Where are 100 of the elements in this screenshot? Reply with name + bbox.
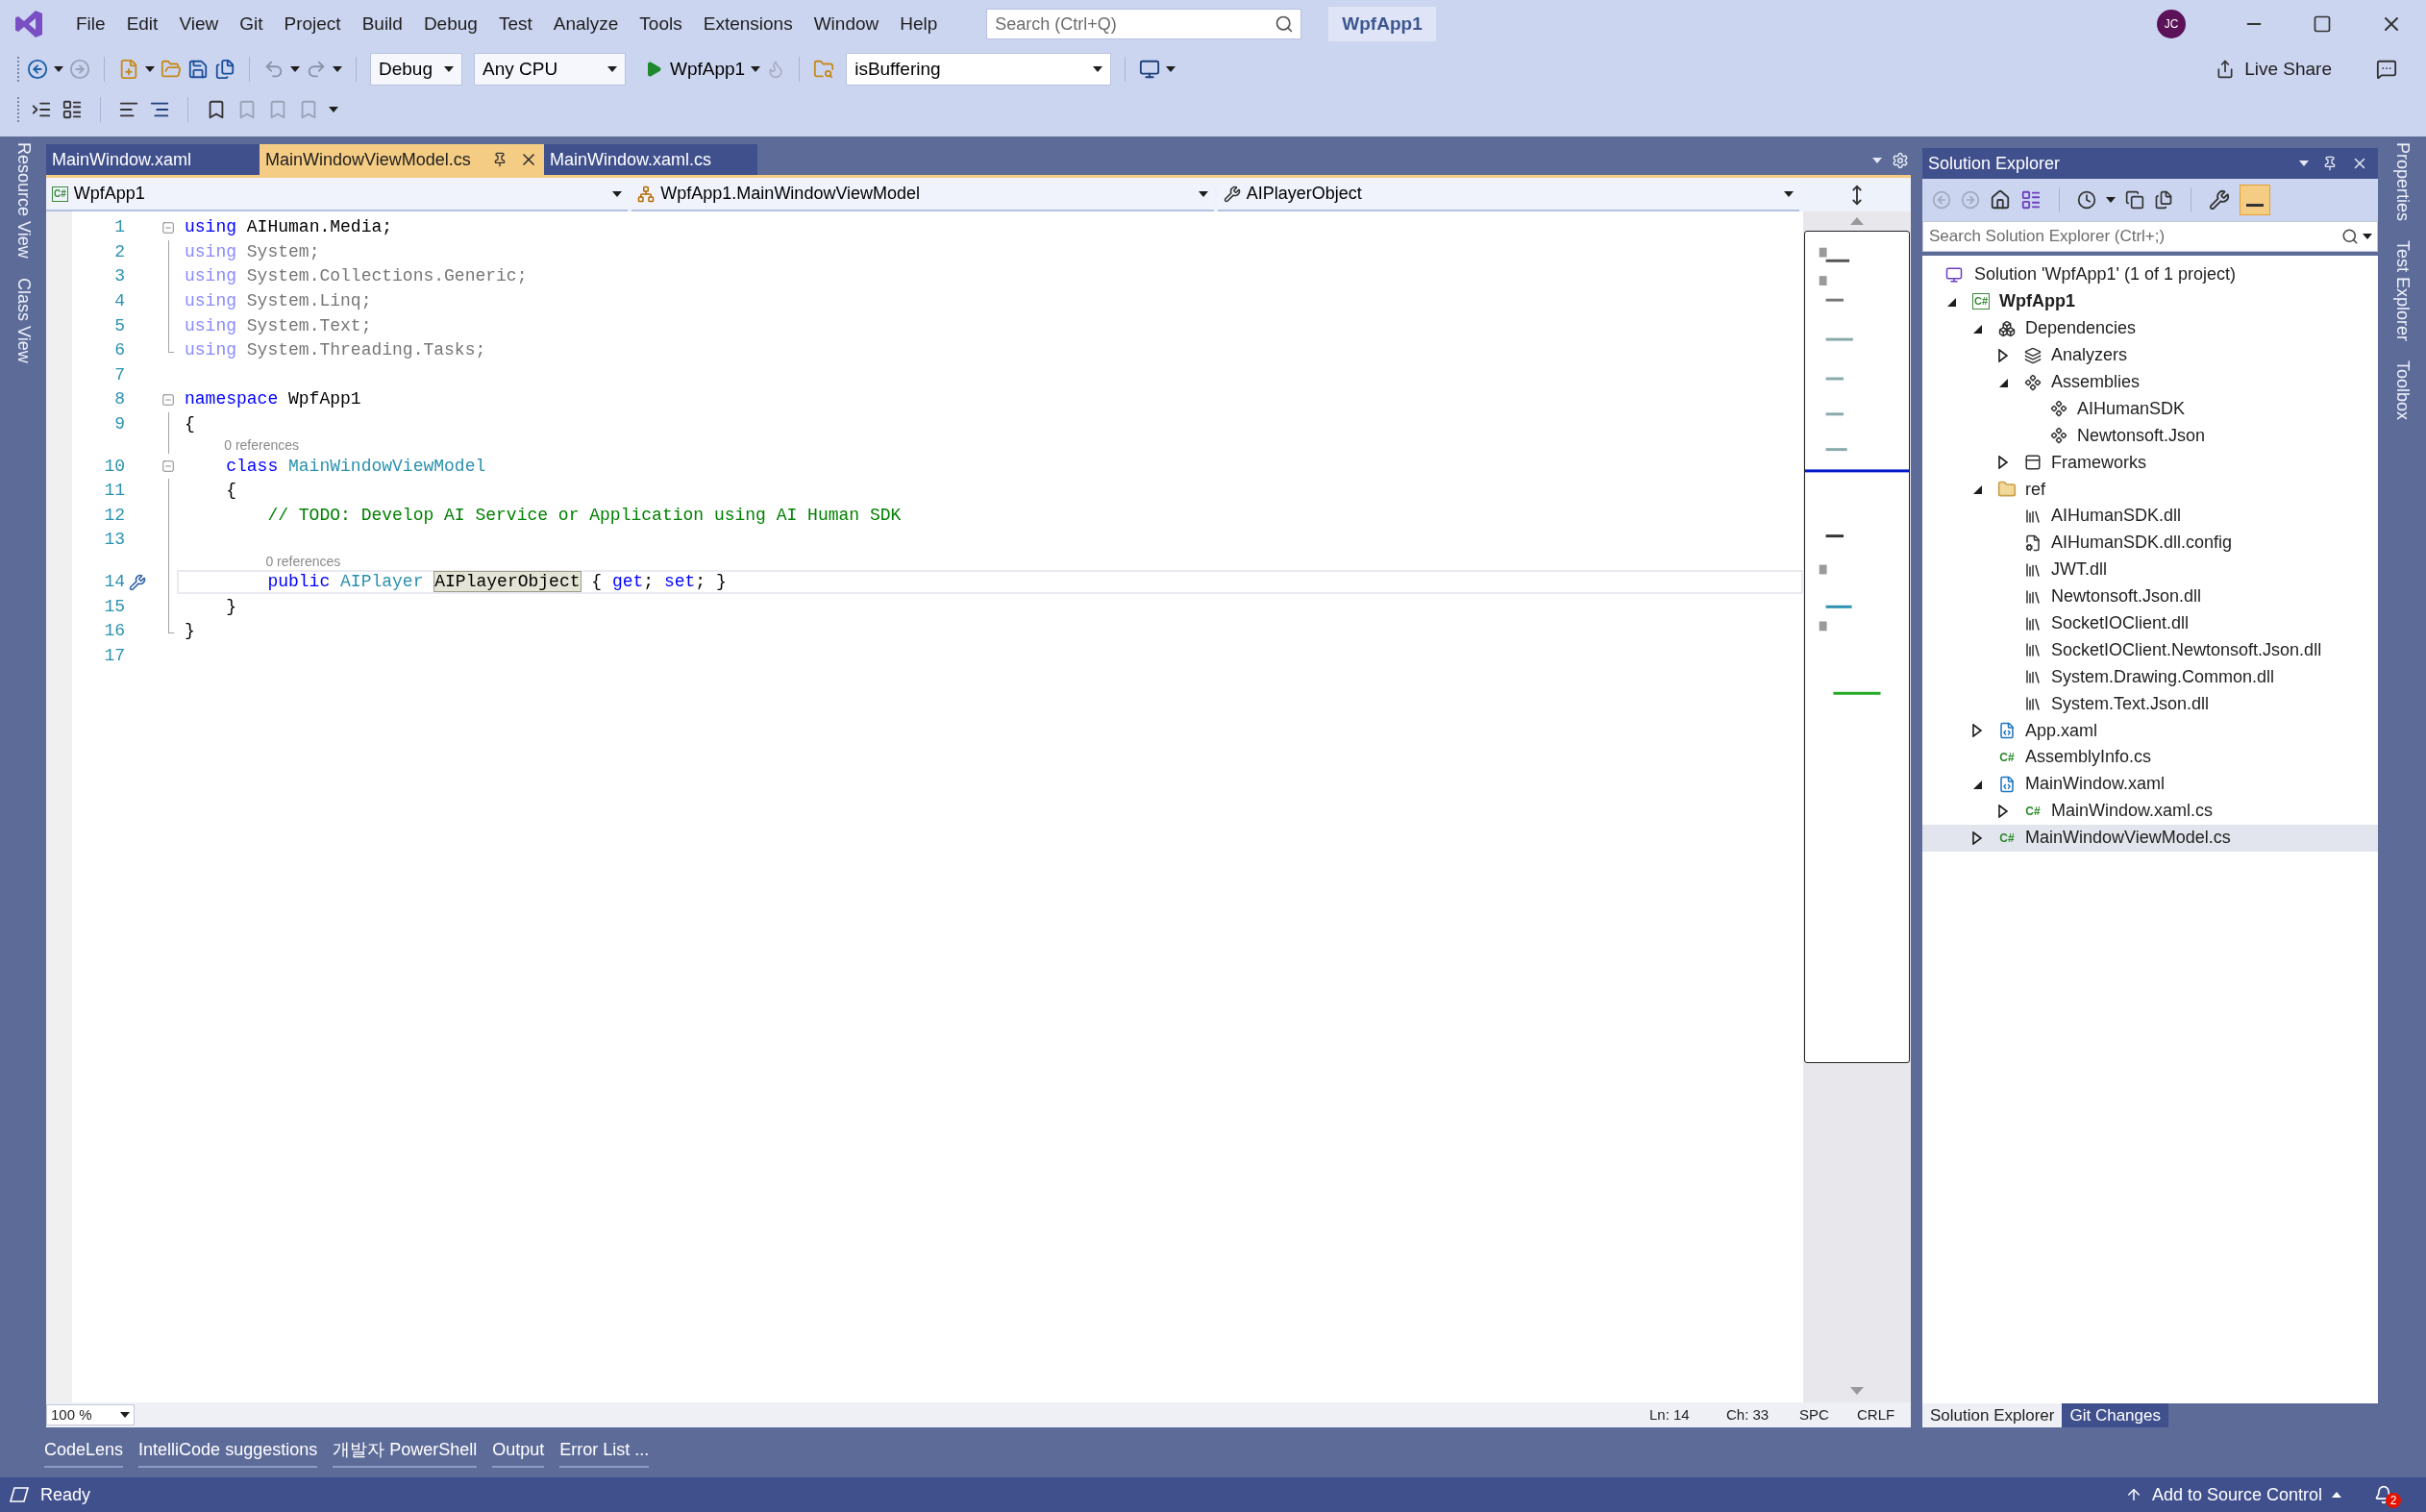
screen-icon[interactable] [1139,59,1161,80]
menu-item[interactable]: Git [229,10,274,38]
quick-action-icon[interactable] [129,573,146,591]
line-number: 8 [114,388,125,411]
menu-item[interactable]: Window [803,10,890,38]
tree-item[interactable]: JWT.dll [1922,556,2378,583]
preview-toggle[interactable] [2240,185,2270,215]
menu-item[interactable]: Tools [629,10,693,38]
expand-arrow-icon[interactable] [1997,456,2009,470]
pin-icon[interactable] [492,152,507,167]
source-control-button[interactable]: Add to Source Control [2124,1481,2341,1508]
tree-item[interactable]: ref [1922,476,2378,503]
menu-item[interactable]: Extensions [692,10,804,38]
tree-item[interactable]: System.Drawing.Common.dll [1922,663,2378,691]
pin-icon[interactable] [2322,156,2338,171]
tree-item[interactable]: SocketIOClient.dll [1922,609,2378,637]
tree-item[interactable]: AIHumanSDK [1922,395,2378,423]
maximize-icon[interactable] [2313,14,2332,34]
tree-item[interactable]: Dependencies [1922,314,2378,342]
platform-dropdown[interactable]: Any CPU [474,53,626,86]
tree-item[interactable]: C# WpfApp1 [1922,287,2378,315]
editor-tab[interactable]: MainWindow.xaml.cs [544,144,757,175]
tree-item[interactable]: Newtonsoft.Json [1922,422,2378,450]
menu-item[interactable]: Test [487,10,543,38]
save-icon[interactable] [187,59,209,80]
editor-tab[interactable]: MainWindow.xaml [46,144,260,175]
whitespace-mode[interactable]: SPC [1799,1403,1857,1426]
tree-item[interactable]: AIHumanSDK.dll [1922,503,2378,530]
switch-views-icon[interactable] [2020,189,2042,211]
find-combo-field[interactable]: isBuffering [846,53,1112,86]
user-avatar[interactable]: JC [2157,10,2186,38]
start-button[interactable]: WpfApp1 [645,55,746,84]
expand-arrow-icon[interactable] [1997,804,2009,818]
tree-item[interactable]: Analyzers [1922,341,2378,369]
side-tool-tab[interactable]: Class View [10,277,37,363]
collapse-arrow-icon[interactable] [1971,483,1983,496]
panel-tab[interactable]: Solution Explorer [1922,1403,2063,1427]
settings-icon[interactable] [1892,152,1909,169]
zoom-dropdown[interactable]: 100 % [46,1404,135,1425]
solution-search-field[interactable]: Search Solution Explorer (Ctrl+;) [1922,221,2378,252]
code-minimap-drawing[interactable] [1804,231,1910,1063]
tool-window-tab[interactable]: Error List ... [559,1437,650,1468]
side-tool-tab[interactable]: Resource View [10,142,37,259]
menu-item[interactable]: File [65,10,116,38]
tree-item[interactable]: C# MainWindowViewModel.cs [1922,824,2378,852]
menu-item[interactable]: Help [889,10,949,38]
expand-arrow-icon[interactable] [1971,830,1983,845]
library-icon [2024,668,2042,686]
tree-item[interactable]: Assemblies [1922,368,2378,396]
pending-changes-icon[interactable] [2077,190,2096,210]
xaml-file-icon [1998,775,2016,793]
home-icon[interactable] [1990,189,2011,211]
caret-icon [2332,1492,2341,1498]
fold-toggle-icon[interactable] [161,220,175,235]
codelens-link[interactable]: 0 references [224,437,300,454]
fold-toggle-icon[interactable] [161,459,175,474]
tree-item[interactable]: Newtonsoft.Json.dll [1922,582,2378,610]
search-field[interactable]: Search (Ctrl+Q) [986,9,1302,39]
layout-list-icon[interactable] [62,99,83,120]
menu-item[interactable]: Project [273,10,352,38]
feedback-icon[interactable] [2376,59,2397,80]
fold-toggle-icon[interactable] [161,392,175,407]
tree-item[interactable]: App.xaml [1922,717,2378,745]
menu-item[interactable]: Debug [412,10,488,38]
back-icon[interactable] [27,59,48,80]
tool-window-tab[interactable]: IntelliCode suggestions [138,1437,318,1468]
app-logo-icon[interactable] [13,9,44,39]
collapse-all-icon[interactable] [2125,190,2144,210]
expand-arrow-icon[interactable] [1997,348,2009,362]
codelens-link[interactable]: 0 references [265,553,341,569]
live-share-button[interactable]: Live Share [2216,55,2332,84]
configuration-dropdown[interactable]: Debug [370,53,462,86]
tree-item[interactable]: C# AssemblyInfo.cs [1922,744,2378,771]
side-tool-tab[interactable]: Toolbox [2389,360,2415,421]
properties-icon[interactable] [2209,189,2230,211]
analyzers-icon [2024,346,2042,364]
tree-item[interactable]: Frameworks [1922,449,2378,477]
menu-item[interactable]: View [168,10,230,38]
expand-arrow-icon[interactable] [1971,724,1983,738]
tree-item[interactable]: SocketIOClient.Newtonsoft.Json.dll [1922,636,2378,664]
tool-window-tab[interactable]: Output [492,1437,545,1468]
line-endings[interactable]: CRLF [1857,1403,1911,1426]
tool-window-tab[interactable]: CodeLens [44,1437,124,1468]
save-all-icon[interactable] [214,59,235,80]
tree-item[interactable]: System.Text.Json.dll [1922,690,2378,718]
panel-tab[interactable]: Git Changes [2062,1403,2168,1427]
side-tool-tab[interactable]: Properties [2389,142,2415,222]
tree-item[interactable]: C# MainWindow.xaml.cs [1922,797,2378,825]
menu-item[interactable]: Analyze [542,10,630,38]
side-tool-tab[interactable]: Test Explorer [2389,240,2415,342]
tree-item[interactable]: MainWindow.xaml [1922,770,2378,798]
tree-item[interactable]: Solution 'WpfApp1' (1 of 1 project) [1922,261,2378,288]
tool-window-tab[interactable]: 개발자 PowerShell [333,1437,478,1468]
caret-icon [2106,197,2116,203]
tree-item[interactable]: AIHumanSDK.dll.config [1922,529,2378,557]
show-all-files-icon[interactable] [2154,190,2173,210]
menu-item[interactable]: Build [351,10,413,38]
status-icon [10,1487,29,1502]
menu-item[interactable]: Edit [115,10,169,38]
editor-tab[interactable]: MainWindowViewModel.cs [260,144,544,175]
